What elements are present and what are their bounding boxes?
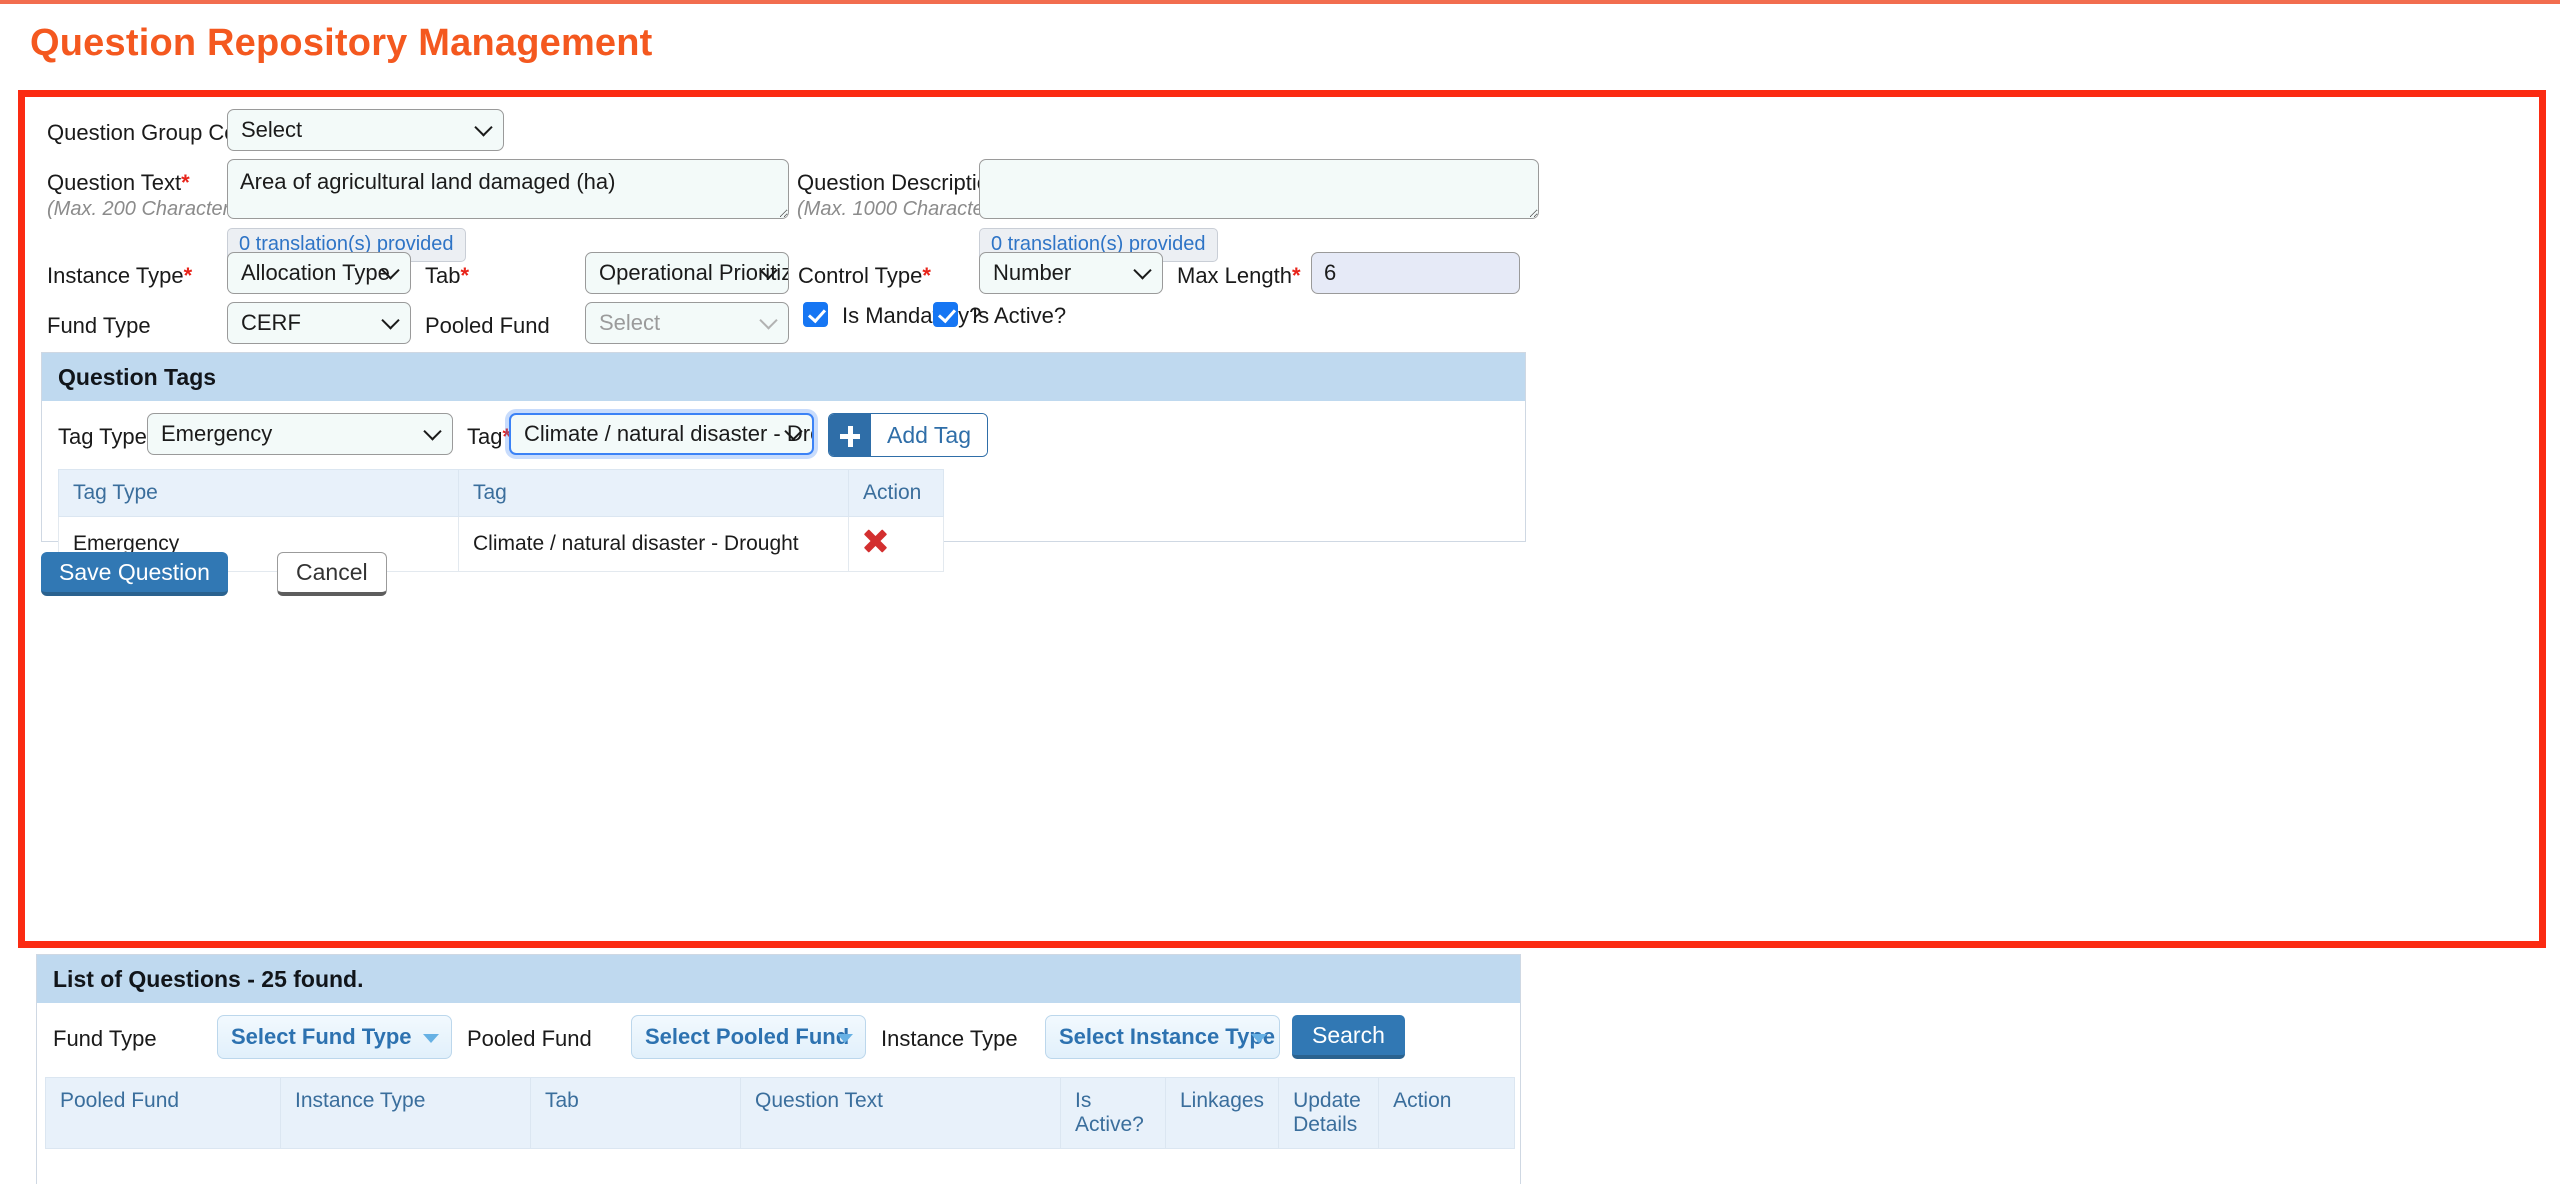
control-type-required-mark: * <box>922 263 931 288</box>
tab-required-mark: * <box>460 263 470 288</box>
questions-col-question-text: Question Text <box>740 1077 1061 1149</box>
pooled-fund-label: Pooled Fund <box>425 312 550 340</box>
is-mandatory-label: Is Mandatory? <box>842 303 982 328</box>
tab-select[interactable]: Operational Prioritization <box>585 252 789 294</box>
instance-type-label-text: Instance Type <box>47 263 184 288</box>
instance-type-value: Allocation Type <box>227 252 411 294</box>
filter-instance-type-value: Select Instance Type <box>1059 1024 1276 1049</box>
tag-type-select[interactable]: Emergency <box>147 413 453 455</box>
list-of-questions-panel: List of Questions - 25 found. Fund Type … <box>36 954 1521 1184</box>
question-text-hint: (Max. 200 Characters) <box>47 197 246 220</box>
pooled-fund-value: Select <box>585 302 789 344</box>
control-type-select[interactable]: Number <box>979 252 1163 294</box>
question-tags-col-tag: Tag <box>458 469 849 517</box>
questions-table: Pooled Fund Instance Type Tab Question T… <box>45 1077 1515 1149</box>
question-description-input[interactable] <box>979 159 1539 219</box>
search-button[interactable]: Search <box>1292 1015 1405 1059</box>
tag-select[interactable]: Climate / natural disaster - Drought <box>509 413 814 455</box>
question-text-label: Question Text* (Max. 200 Characters) <box>47 169 246 222</box>
fund-type-label-text: Fund Type <box>47 313 151 338</box>
questions-col-instance-type: Instance Type <box>280 1077 531 1149</box>
triangle-down-icon <box>837 1034 853 1043</box>
filter-pooled-fund-select[interactable]: Select Pooled Fund <box>631 1015 866 1059</box>
question-text-input[interactable] <box>227 159 789 219</box>
max-length-label-text: Max Length <box>1177 263 1292 288</box>
app-root: Question Repository Management Question … <box>0 0 2560 1184</box>
pooled-fund-label-text: Pooled Fund <box>425 313 550 338</box>
question-group-code-select[interactable]: Select <box>227 109 504 151</box>
add-tag-button-label: Add Tag <box>871 414 987 456</box>
question-group-code-value: Select <box>227 109 504 151</box>
questions-col-linkages: Linkages <box>1164 1077 1280 1149</box>
filter-pooled-fund-label: Pooled Fund <box>467 1026 592 1051</box>
questions-col-update-details: Update Details <box>1278 1077 1380 1149</box>
delete-x-icon[interactable] <box>863 529 887 553</box>
question-description-hint: (Max. 1000 Characters) <box>797 197 1008 220</box>
questions-table-header-row: Pooled Fund Instance Type Tab Question T… <box>45 1077 1515 1149</box>
save-question-button[interactable]: Save Question <box>41 552 228 596</box>
question-tags-col-action: Action <box>848 469 944 517</box>
instance-type-required-mark: * <box>183 263 193 288</box>
filter-pooled-fund-value: Select Pooled Fund <box>645 1024 850 1049</box>
tag-row-tag: Climate / natural disaster - Drought <box>458 516 849 572</box>
control-type-label: Control Type* <box>798 262 931 290</box>
filter-fund-type-select[interactable]: Select Fund Type <box>217 1015 452 1059</box>
instance-type-select[interactable]: Allocation Type <box>227 252 411 294</box>
fund-type-label: Fund Type <box>47 312 151 340</box>
filter-fund-type-label: Fund Type <box>53 1026 157 1051</box>
filter-instance-type-label: Instance Type <box>881 1026 1018 1051</box>
instance-type-label: Instance Type* <box>47 262 192 290</box>
questions-col-tab: Tab <box>530 1077 741 1149</box>
questions-col-action: Action <box>1378 1077 1515 1149</box>
question-tags-panel: Question Tags Tag Type* Emergency Tag* C… <box>41 352 1526 572</box>
triangle-down-icon <box>1251 1034 1267 1043</box>
fund-type-value: CERF <box>227 302 411 344</box>
tab-value: Operational Prioritization <box>585 252 789 294</box>
tag-type-value: Emergency <box>147 413 453 455</box>
control-type-label-text: Control Type <box>798 263 923 288</box>
is-active-checkbox[interactable] <box>933 302 958 327</box>
page-title: Question Repository Management <box>30 22 653 64</box>
question-tags-panel-title: Question Tags <box>42 353 1525 401</box>
tag-type-label-text: Tag Type <box>58 424 147 449</box>
question-text-required-mark: * <box>181 170 190 195</box>
question-form: Question Group Code Select Question Text… <box>25 97 2539 941</box>
list-of-questions-title: List of Questions - 25 found. <box>37 955 1520 1003</box>
question-description-label-text: Question Description <box>797 170 1002 195</box>
triangle-down-icon <box>423 1034 439 1043</box>
questions-col-pooled-fund: Pooled Fund <box>45 1077 281 1149</box>
question-tags-table-header-row: Tag Type Tag Action <box>58 469 944 517</box>
filter-fund-type-value: Select Fund Type <box>231 1024 412 1049</box>
top-accent-strip <box>0 0 2560 4</box>
tag-label-text: Tag <box>467 424 503 449</box>
tab-label: Tab* <box>425 262 469 290</box>
is-active-label: Is Active? <box>972 303 1067 328</box>
fund-type-select[interactable]: CERF <box>227 302 411 344</box>
is-mandatory-checkbox[interactable] <box>803 302 828 327</box>
max-length-label: Max Length* <box>1177 262 1301 290</box>
tag-row-action <box>848 516 944 572</box>
filter-instance-type-select[interactable]: Select Instance Type <box>1045 1015 1280 1059</box>
tag-type-label: Tag Type* <box>58 423 155 451</box>
max-length-input[interactable] <box>1311 252 1520 294</box>
tag-value: Climate / natural disaster - Drought <box>509 413 814 455</box>
tag-label: Tag* <box>467 423 511 451</box>
question-description-label: Question Description (Max. 1000 Characte… <box>797 169 1007 222</box>
tab-label-text: Tab <box>425 263 461 288</box>
plus-icon <box>829 414 871 456</box>
questions-col-is-active: Is Active? <box>1060 1077 1166 1149</box>
control-type-value: Number <box>979 252 1163 294</box>
cancel-button[interactable]: Cancel <box>277 552 387 596</box>
max-length-required-mark: * <box>1291 263 1301 288</box>
question-tags-col-tag-type: Tag Type <box>58 469 459 517</box>
add-tag-button[interactable]: Add Tag <box>828 413 988 457</box>
form-highlight-box: Question Group Code Select Question Text… <box>18 90 2546 948</box>
question-text-label-text: Question Text <box>47 170 182 195</box>
pooled-fund-select[interactable]: Select <box>585 302 789 344</box>
